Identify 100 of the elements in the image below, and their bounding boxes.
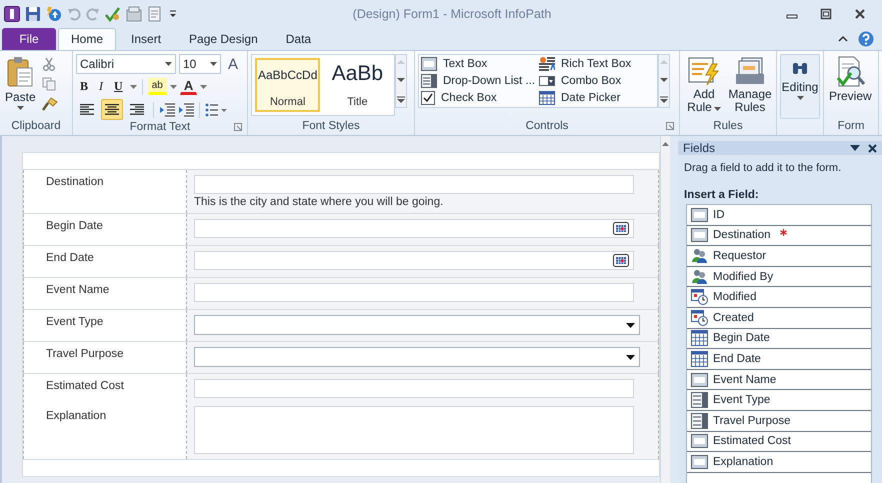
rule-button[interactable]: Add Rule bbox=[683, 54, 725, 119]
caret-icon bbox=[626, 322, 635, 328]
align-button[interactable] bbox=[101, 99, 123, 120]
field-hint: This is the city and state where you will be going. bbox=[194, 196, 444, 208]
text-style-button[interactable]: U bbox=[110, 77, 127, 96]
field-name: Modified By bbox=[713, 270, 774, 283]
dialog-launcher-icon[interactable] bbox=[666, 122, 674, 130]
control-gallery-item[interactable]: Drop-Down List ... bbox=[421, 74, 539, 88]
field-name: Destination bbox=[713, 229, 771, 242]
calendar-icon[interactable] bbox=[613, 222, 629, 235]
close-icon[interactable] bbox=[854, 8, 866, 20]
ribbon-tab[interactable]: Data bbox=[272, 28, 324, 50]
collapse-ribbon-icon[interactable] bbox=[838, 35, 848, 43]
field-list-item[interactable]: Requestor bbox=[687, 246, 871, 267]
text-field-icon bbox=[691, 372, 708, 387]
editing-button[interactable]: Editing bbox=[780, 54, 820, 119]
field-list-item[interactable]: Event Type bbox=[687, 390, 871, 411]
ribbon-tab[interactable]: Home bbox=[58, 28, 116, 50]
field-name: Event Name bbox=[713, 374, 776, 386]
field-list-item[interactable]: ID bbox=[687, 205, 871, 226]
calendar-clock-icon bbox=[691, 289, 708, 306]
field-list-item[interactable]: Estimated Cost bbox=[687, 432, 871, 452]
bullet-list-icon[interactable] bbox=[205, 102, 227, 116]
preview-button[interactable]: Preview bbox=[827, 54, 874, 119]
gallery-scroll-buttons[interactable] bbox=[658, 54, 670, 108]
control-gallery-item[interactable]: Text Box bbox=[421, 57, 539, 72]
clear-formatting-button[interactable]: A bbox=[224, 54, 242, 74]
text-style-button[interactable]: I bbox=[95, 77, 108, 96]
restore-icon[interactable] bbox=[820, 8, 832, 20]
field-name: Event Type bbox=[713, 394, 770, 406]
field-label: Destination bbox=[46, 175, 105, 190]
date-picker-field[interactable] bbox=[194, 251, 634, 270]
field-label: End Date bbox=[46, 251, 95, 266]
app-logo-icon[interactable] bbox=[4, 6, 20, 22]
style-gallery-item[interactable]: AaBb Title bbox=[324, 58, 390, 112]
text-area-field[interactable] bbox=[194, 406, 634, 454]
control-gallery-item[interactable]: Combo Box bbox=[539, 74, 655, 88]
ribbon-tab[interactable]: Insert bbox=[118, 28, 174, 50]
ribbon-tab[interactable]: Page Design bbox=[176, 28, 271, 50]
calendar-icon[interactable] bbox=[613, 254, 629, 267]
publish-icon[interactable] bbox=[46, 6, 62, 22]
dialog-launcher-icon[interactable] bbox=[234, 123, 242, 131]
help-icon[interactable] bbox=[858, 31, 874, 47]
increase-indent-icon[interactable] bbox=[178, 102, 194, 116]
field-list-item[interactable]: Begin Date bbox=[687, 328, 871, 350]
customize-caret-icon[interactable] bbox=[168, 8, 178, 20]
field-name: Created bbox=[713, 312, 754, 324]
font-color-button[interactable]: A bbox=[180, 78, 198, 95]
rule-lightning-icon bbox=[688, 56, 720, 86]
text-input-field[interactable] bbox=[194, 175, 634, 194]
gallery-scroll-buttons[interactable] bbox=[395, 54, 407, 108]
ribbon-tab[interactable]: File bbox=[2, 28, 56, 50]
dropdown-field[interactable] bbox=[194, 347, 640, 367]
highlight-button[interactable]: ab bbox=[148, 78, 167, 95]
field-name: End Date bbox=[713, 352, 761, 365]
font-size-dropdown[interactable]: 10 bbox=[179, 54, 221, 74]
decrease-indent-icon[interactable] bbox=[159, 102, 175, 116]
spelling-check-icon[interactable] bbox=[105, 6, 121, 22]
caret-icon[interactable] bbox=[200, 84, 208, 88]
caret-icon[interactable] bbox=[130, 84, 137, 88]
field-list-item[interactable]: Created bbox=[687, 308, 871, 329]
text-input-field[interactable] bbox=[194, 283, 634, 302]
rule-button[interactable]: Manage Rules bbox=[729, 54, 771, 119]
scissors-icon[interactable] bbox=[42, 57, 56, 71]
field-name: Requestor bbox=[713, 250, 766, 262]
field-label: Event Type bbox=[46, 315, 104, 330]
font-name-dropdown[interactable]: Calibri bbox=[76, 54, 176, 74]
field-list-item[interactable]: Destination bbox=[687, 226, 871, 246]
field-list-item[interactable]: Travel Purpose bbox=[687, 410, 871, 432]
rich-text-icon bbox=[539, 57, 555, 72]
field-list-item[interactable]: Modified By bbox=[687, 266, 871, 288]
save-icon[interactable] bbox=[25, 6, 41, 22]
document-icon[interactable] bbox=[147, 6, 163, 22]
copy-icon[interactable] bbox=[42, 77, 56, 91]
dropdown-caret-icon[interactable] bbox=[850, 145, 860, 151]
date-picker-field[interactable] bbox=[194, 219, 634, 238]
style-gallery-item[interactable]: AaBbCcDd Normal bbox=[255, 58, 320, 112]
form-icon[interactable] bbox=[126, 6, 142, 22]
field-label: Travel Purpose bbox=[46, 347, 125, 362]
scroll-up-icon[interactable] bbox=[662, 142, 669, 146]
control-gallery-item[interactable]: Date Picker bbox=[539, 90, 655, 105]
text-input-field[interactable] bbox=[194, 379, 634, 398]
field-name: ID bbox=[713, 208, 724, 221]
field-list-item[interactable]: Event Name bbox=[687, 370, 871, 390]
list-field-icon bbox=[691, 412, 708, 429]
text-style-button[interactable]: B bbox=[76, 77, 92, 96]
field-name: Explanation bbox=[713, 456, 774, 468]
people-icon bbox=[691, 248, 708, 264]
control-gallery-item[interactable]: Check Box bbox=[421, 90, 539, 105]
field-list-item[interactable]: Explanation bbox=[687, 452, 871, 473]
control-gallery-item[interactable]: Rich Text Box bbox=[539, 57, 655, 72]
paste-button[interactable]: Paste bbox=[3, 54, 38, 119]
caret-icon bbox=[626, 354, 635, 360]
vertical-scrollbar[interactable] bbox=[660, 136, 670, 483]
caret-icon[interactable] bbox=[170, 84, 177, 88]
close-icon[interactable] bbox=[868, 144, 877, 152]
dropdown-field[interactable] bbox=[194, 315, 640, 335]
text-field-icon bbox=[691, 228, 708, 242]
field-list-item[interactable]: End Date bbox=[687, 349, 871, 370]
field-list-item[interactable]: Modified bbox=[687, 287, 871, 308]
